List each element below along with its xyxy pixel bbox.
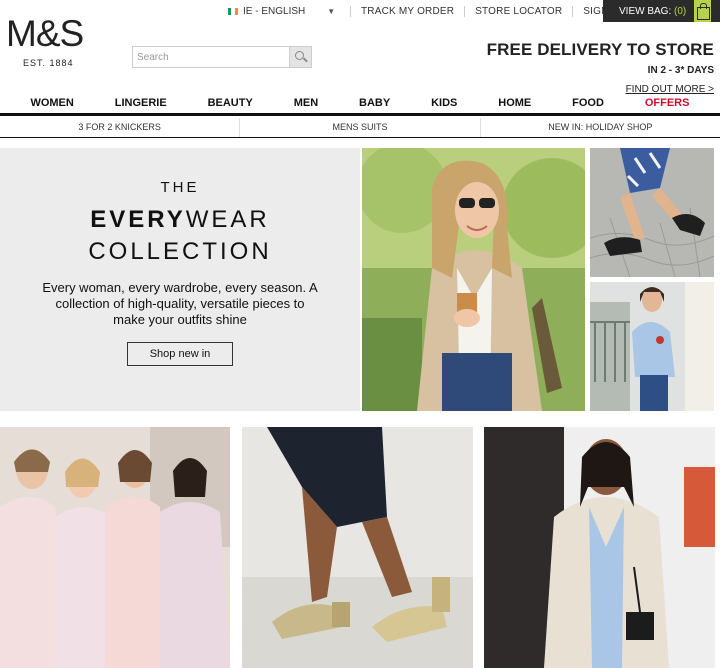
nav-women[interactable]: WOMEN	[30, 97, 73, 109]
gold-mules-image[interactable]	[242, 427, 473, 668]
store-locator-link[interactable]: STORE LOCATOR	[475, 6, 562, 17]
nav-beauty[interactable]: BEAUTY	[208, 97, 253, 109]
hero-collection: COLLECTION	[88, 238, 272, 265]
search-icon[interactable]	[289, 47, 311, 67]
shopping-bag-icon	[694, 0, 711, 22]
hero-panel: THE EVERYWEAR COLLECTION Every woman, ev…	[0, 148, 360, 411]
search-box	[132, 46, 312, 68]
hero-headline-bold: EVERY	[90, 206, 186, 233]
trench-coat-image[interactable]	[484, 427, 715, 668]
shop-new-in-button[interactable]: Shop new in	[126, 342, 234, 366]
hero-description: Every woman, every wardrobe, every seaso…	[42, 280, 318, 327]
nav-home[interactable]: HOME	[498, 97, 531, 109]
track-order-link[interactable]: TRACK MY ORDER	[361, 6, 454, 17]
nav-baby[interactable]: BABY	[359, 97, 390, 109]
logo-wordmark: M&S	[6, 13, 84, 54]
promo-subnav: 3 FOR 2 KNICKERS MENS SUITS NEW IN: HOLI…	[0, 118, 720, 138]
subnav-knickers[interactable]: 3 FOR 2 KNICKERS	[0, 118, 241, 137]
divider	[572, 5, 574, 17]
divider	[350, 5, 351, 17]
promo-title: FREE DELIVERY TO STORE	[486, 40, 714, 59]
nav-men[interactable]: MEN	[294, 97, 318, 109]
ireland-flag-icon	[228, 7, 238, 15]
bag-count: (0)	[674, 5, 687, 17]
divider	[464, 5, 466, 17]
subnav-holiday-shop[interactable]: NEW IN: HOLIDAY SHOP	[481, 118, 720, 137]
hero-model-image[interactable]	[362, 148, 585, 411]
promo-subtitle: IN 2 - 3* DAYS	[647, 65, 714, 76]
main-navigation: WOMEN LINGERIE BEAUTY MEN BABY KIDS HOME…	[0, 92, 720, 114]
view-bag-button[interactable]: VIEW BAG: (0)	[603, 0, 720, 22]
view-bag-label: VIEW BAG:	[619, 5, 672, 17]
language-selector[interactable]: IE - ENGLISH ▼	[228, 6, 340, 17]
bridesmaids-image[interactable]	[0, 427, 230, 668]
nav-food[interactable]: FOOD	[572, 97, 604, 109]
nav-kids[interactable]: KIDS	[431, 97, 457, 109]
nav-underline	[0, 113, 720, 116]
nav-offers[interactable]: OFFERS	[645, 97, 690, 109]
delivery-promo: FREE DELIVERY TO STORE IN 2 - 3* DAYS FI…	[487, 40, 714, 95]
nav-lingerie[interactable]: LINGERIE	[115, 97, 167, 109]
language-label: IE - ENGLISH	[243, 5, 306, 17]
subnav-mens-suits[interactable]: MENS SUITS	[240, 118, 481, 137]
search-input[interactable]	[133, 47, 289, 67]
shirt-model-image[interactable]	[590, 282, 714, 411]
mule-shoes-image[interactable]	[590, 148, 714, 277]
logo-established: EST. 1884	[23, 58, 74, 68]
hero-headline: EVERYWEAR	[0, 206, 360, 234]
utility-bar: IE - ENGLISH ▼ TRACK MY ORDER STORE LOCA…	[228, 0, 622, 22]
ms-logo[interactable]: M&S EST. 1884	[6, 13, 96, 69]
hero-headline-rest: WEAR	[185, 206, 270, 233]
hero-line-the: THE	[160, 179, 200, 196]
chevron-down-icon: ▼	[327, 6, 336, 16]
